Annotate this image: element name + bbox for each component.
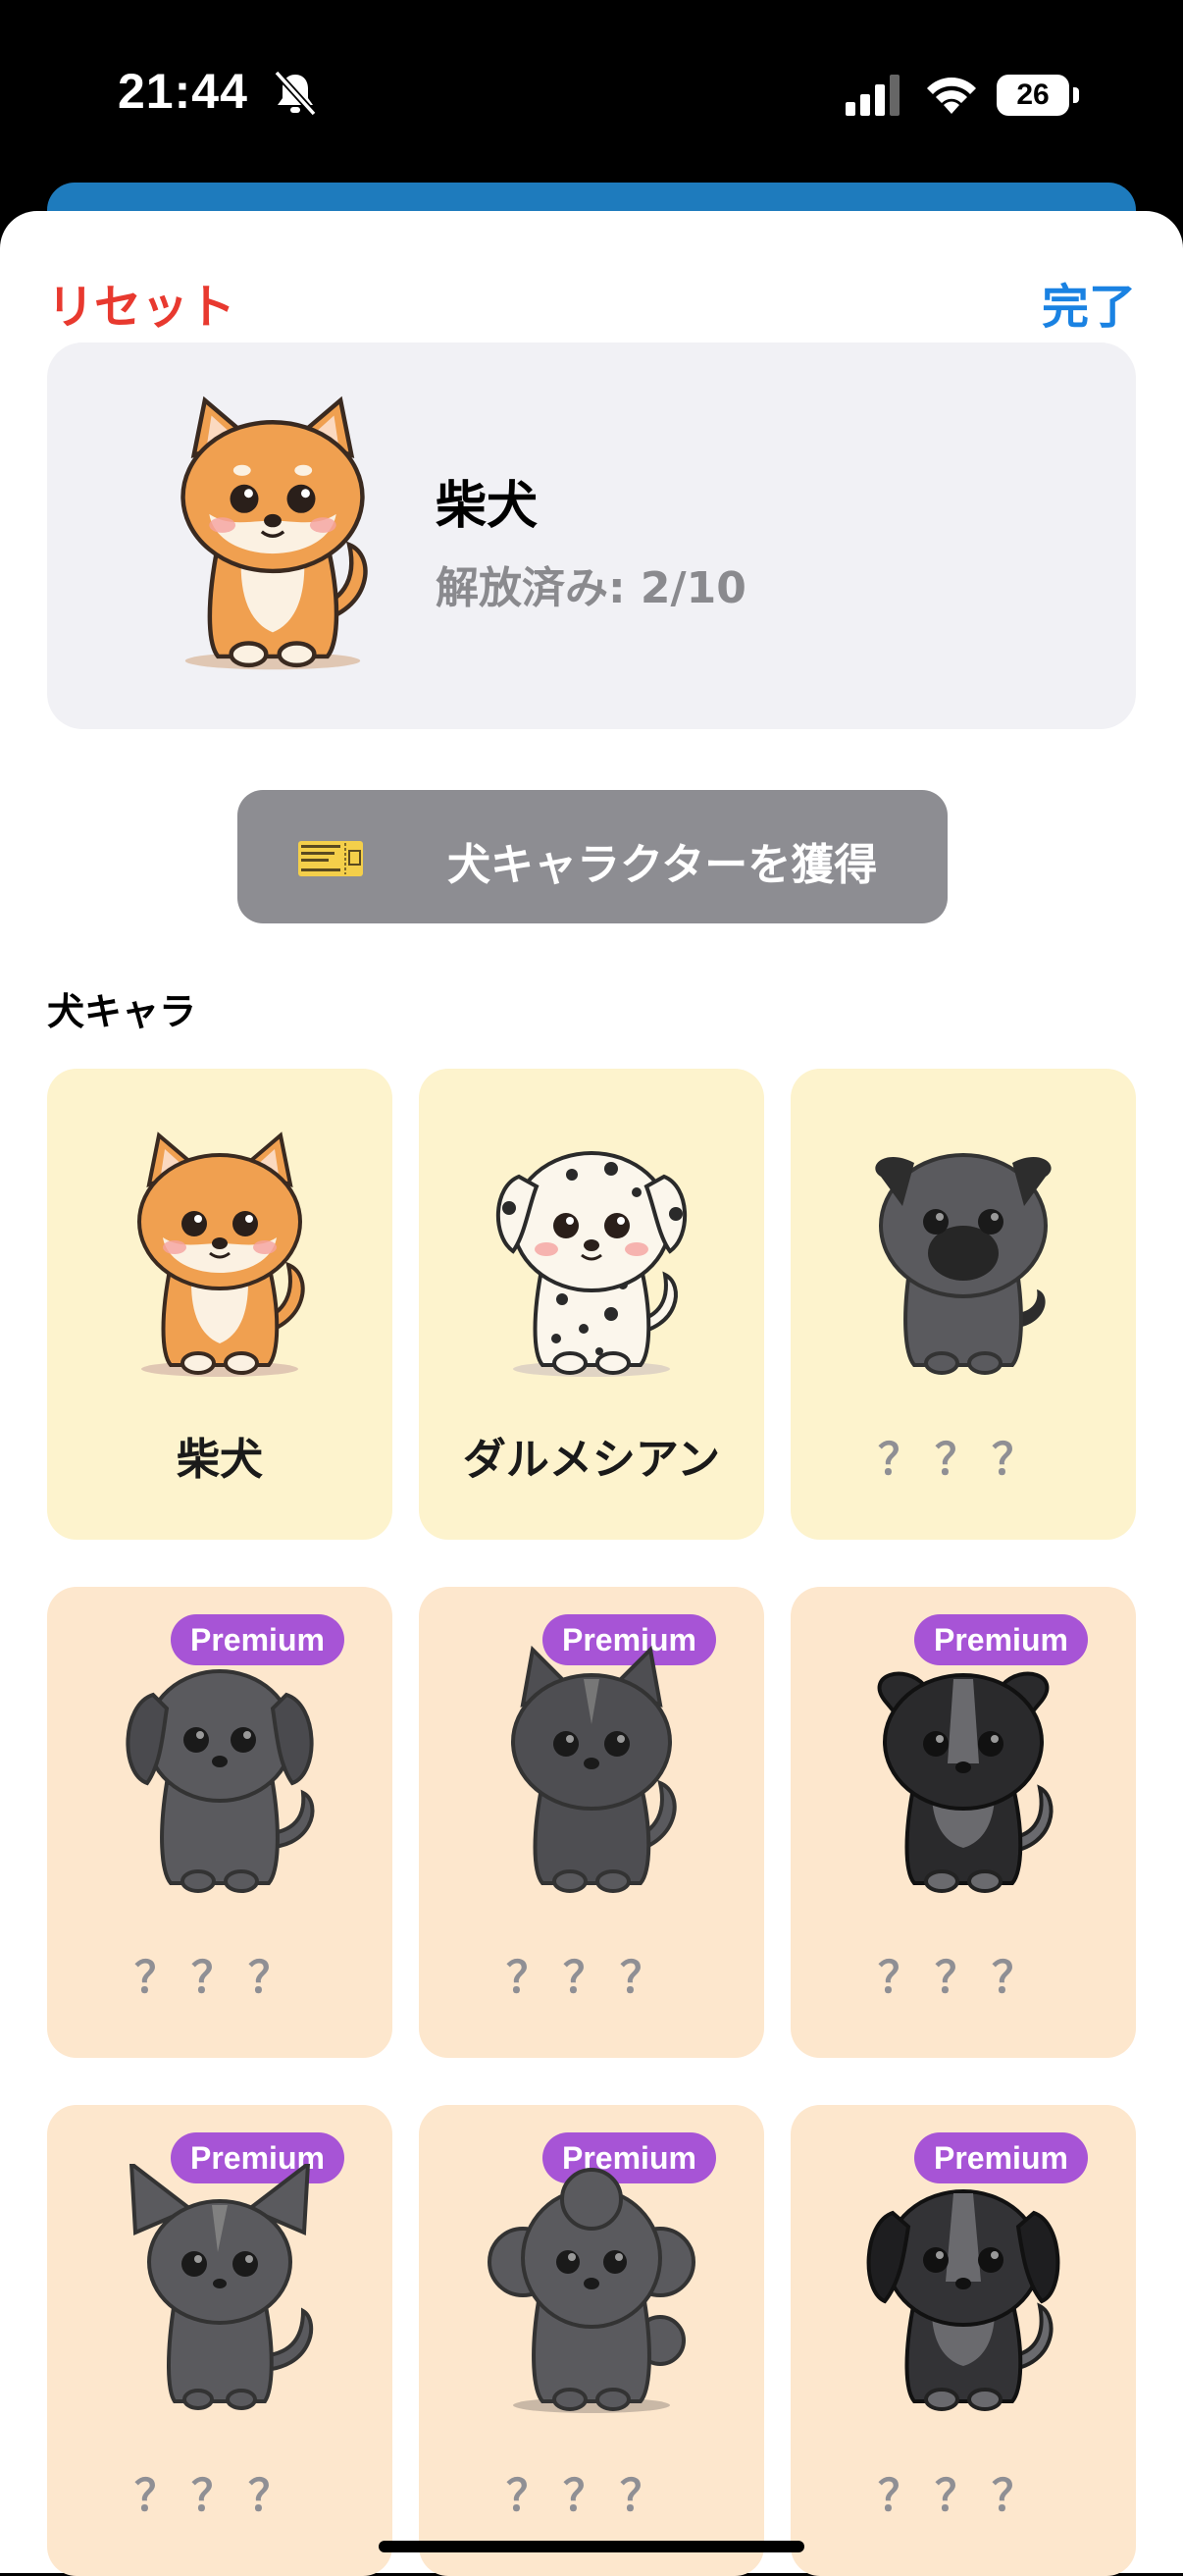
character-card-shiba[interactable]: 柴犬 bbox=[47, 1069, 392, 1540]
wifi-icon bbox=[927, 78, 976, 114]
character-name: ？？？ bbox=[506, 1953, 677, 2003]
unlocked-count: 解放済み: 2/10 bbox=[436, 563, 746, 613]
character-name: ？？？ bbox=[506, 2471, 677, 2521]
character-card-locked[interactable]: Premium ？？？ bbox=[47, 1587, 392, 2058]
acquire-character-button[interactable]: 犬キャラクターを獲得 bbox=[237, 790, 948, 923]
done-button[interactable]: 完了 bbox=[1042, 268, 1136, 337]
dalmatian-icon bbox=[495, 1151, 688, 1377]
character-name: ？？？ bbox=[134, 1953, 305, 2003]
acquire-button-label: 犬キャラクターを獲得 bbox=[447, 840, 878, 890]
character-card-dalmatian[interactable]: ダルメシアン bbox=[419, 1069, 764, 1540]
retriever-silhouette-icon bbox=[126, 1669, 315, 1893]
shiba-icon bbox=[137, 1131, 305, 1377]
character-card-locked[interactable]: Premium ？？？ bbox=[419, 2105, 764, 2576]
husky-silhouette-icon bbox=[511, 1646, 677, 1893]
battery-level: 26 bbox=[997, 75, 1069, 116]
character-name: ？？？ bbox=[878, 1953, 1049, 2003]
battery-indicator: 26 bbox=[997, 75, 1079, 116]
status-bar: 21:44 26 bbox=[0, 0, 1183, 186]
character-name: ？？？ bbox=[878, 2471, 1049, 2521]
status-time: 21:44 bbox=[118, 64, 248, 119]
pug-silhouette-icon bbox=[875, 1153, 1052, 1375]
character-card-locked[interactable]: Premium ？？？ bbox=[791, 2105, 1136, 2576]
character-card-locked[interactable]: Premium ？？？ bbox=[47, 2105, 392, 2576]
character-card-locked[interactable]: Premium ？？？ bbox=[791, 1587, 1136, 2058]
shiba-icon bbox=[180, 395, 368, 670]
character-name: 柴犬 bbox=[177, 1435, 263, 1485]
signal-icon bbox=[846, 75, 900, 116]
character-name: ？？？ bbox=[878, 1435, 1049, 1485]
chihuahua-silhouette-icon bbox=[129, 2164, 314, 2410]
collie-silhouette-icon bbox=[877, 1671, 1054, 1893]
character-name: ？？？ bbox=[134, 2471, 305, 2521]
current-character-name: 柴犬 bbox=[436, 477, 539, 536]
section-title: 犬キャラ bbox=[47, 990, 197, 1033]
beagle-silhouette-icon bbox=[866, 2189, 1060, 2411]
reset-button[interactable]: リセット bbox=[47, 268, 235, 337]
home-indicator[interactable] bbox=[379, 2541, 804, 2552]
character-card-locked[interactable]: Premium ？？？ bbox=[419, 1587, 764, 2058]
poodle-silhouette-icon bbox=[488, 2168, 695, 2413]
bell-muted-icon bbox=[274, 70, 317, 117]
current-character-card: 柴犬 解放済み: 2/10 bbox=[47, 342, 1136, 729]
ticket-icon bbox=[298, 841, 363, 876]
character-name: ダルメシアン bbox=[462, 1435, 721, 1485]
character-card-locked[interactable]: ？？？ bbox=[791, 1069, 1136, 1540]
battery-cap bbox=[1073, 87, 1079, 103]
